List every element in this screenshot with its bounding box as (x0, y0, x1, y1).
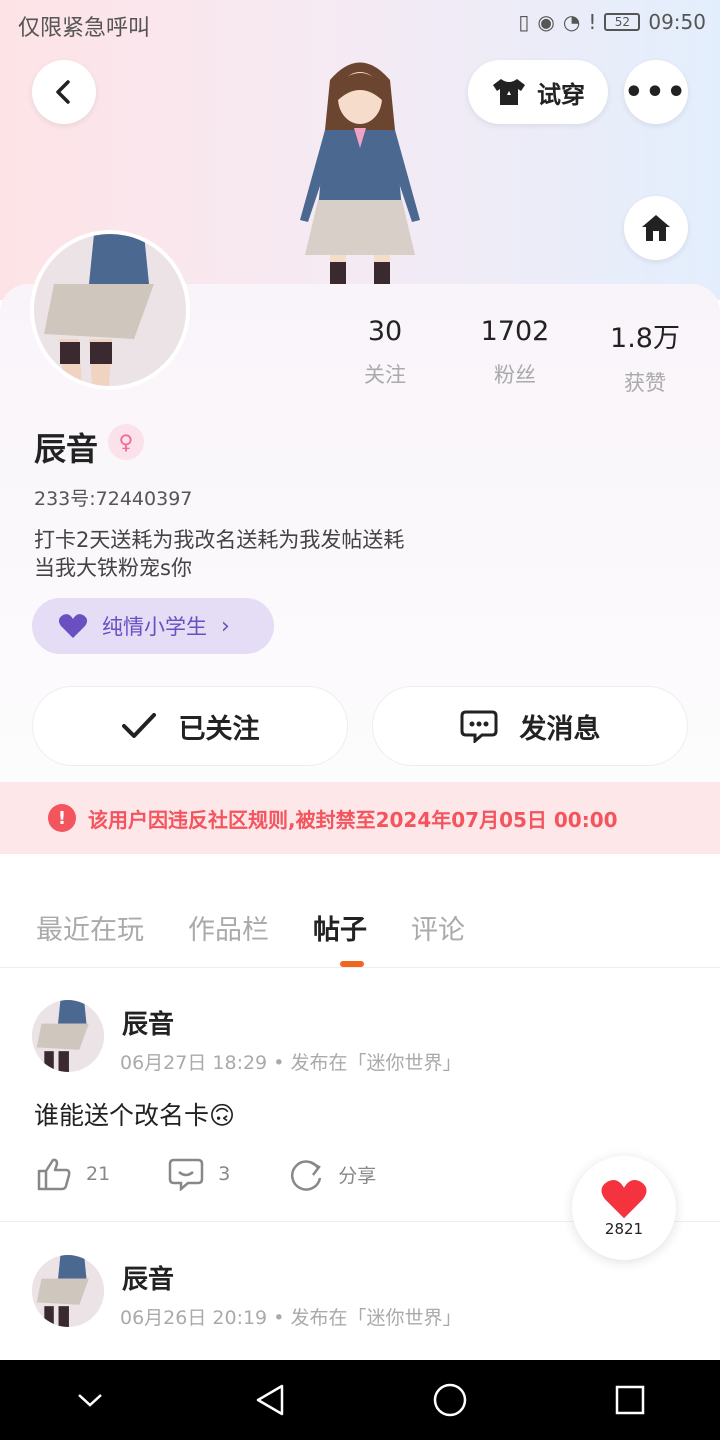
eye-icon: ◉ (537, 10, 555, 34)
recents-square-icon (615, 1385, 645, 1415)
fab-like-count: 2821 (604, 1220, 644, 1238)
post-like-button[interactable]: 21 (36, 1157, 110, 1191)
vibrate-icon: ▯ (518, 10, 530, 34)
like-count: 21 (86, 1163, 111, 1185)
post-location[interactable]: 发布在「迷你世界」 (290, 1052, 461, 1074)
stat-value: 1702 (480, 316, 550, 347)
stat-label: 粉丝 (494, 363, 536, 387)
post-author-name[interactable]: 辰音 (122, 1259, 174, 1296)
message-label: 发消息 (519, 713, 601, 745)
nav-back-button[interactable] (230, 1360, 310, 1440)
avatar-image (34, 234, 186, 386)
nav-recents-button[interactable] (590, 1360, 670, 1440)
followed-label: 已关注 (178, 713, 260, 745)
stat-following[interactable]: 30 关注 (320, 316, 450, 397)
stat-value: 30 (367, 316, 403, 347)
post-date: 06月26日 20:19 (120, 1307, 268, 1329)
post-comment-button[interactable]: 3 (168, 1157, 230, 1191)
send-message-button[interactable]: 发消息 (372, 686, 688, 766)
share-icon (291, 1160, 322, 1191)
title-badge-button[interactable]: 纯情小学生 › (32, 598, 274, 654)
meta-separator: • (273, 1052, 291, 1074)
try-on-button[interactable]: 试穿 (468, 60, 608, 124)
title-badge-label: 纯情小学生 (102, 615, 207, 639)
tab-posts[interactable]: 帖子 (313, 908, 367, 947)
battery-icon: 52 (604, 13, 641, 31)
more-options-button[interactable]: ••• (624, 60, 688, 124)
chevron-left-icon (56, 80, 70, 104)
stat-value: 1.8万 (610, 323, 680, 354)
post-date: 06月27日 18:29 (120, 1052, 268, 1074)
share-label: 分享 (338, 1164, 377, 1187)
checkmark-icon (121, 713, 156, 738)
meta-separator: • (273, 1307, 291, 1329)
clock: 09:50 (648, 10, 706, 34)
chat-bubble-icon (460, 710, 497, 743)
bio-line: 打卡2天送耗为我改名送耗为我发帖送耗 (34, 528, 405, 552)
female-gender-icon: ♀ (108, 424, 144, 460)
stat-label: 获赞 (624, 371, 666, 395)
chevron-down-icon (78, 1394, 102, 1407)
tab-comments[interactable]: 评论 (411, 908, 465, 947)
status-bar: 仅限紧急呼叫 ▯ ◉ ◔ ! 52 09:50 (0, 0, 720, 50)
home-button[interactable] (624, 196, 688, 260)
user-id: 233号:72440397 (34, 488, 193, 510)
heart-icon (58, 614, 88, 638)
post-location[interactable]: 发布在「迷你世界」 (290, 1307, 461, 1329)
comment-count: 3 (218, 1163, 231, 1185)
tab-works[interactable]: 作品栏 (188, 908, 269, 947)
alert-icon: ! (588, 10, 597, 34)
post-actions: 21 3 分享 (36, 1156, 434, 1192)
stat-likes[interactable]: 1.8万 获赞 (580, 316, 710, 397)
profile-tabs: 最近在玩 作品栏 帖子 评论 (36, 908, 465, 947)
divider (0, 967, 720, 968)
avatar-image (32, 1000, 104, 1072)
system-nav-bar (0, 1360, 720, 1440)
profile-stats: 30 关注 1702 粉丝 1.8万 获赞 (320, 316, 710, 397)
back-triangle-icon (256, 1384, 284, 1416)
wifi-icon: ◔ (562, 10, 581, 34)
stat-followers[interactable]: 1702 粉丝 (450, 316, 580, 397)
status-icons: ▯ ◉ ◔ ! 52 09:50 (518, 10, 706, 34)
home-circle-icon (433, 1383, 467, 1417)
bio-line: 当我大铁粉宠s你 (34, 556, 192, 580)
like-fab-button[interactable]: 2821 (572, 1156, 676, 1260)
thumbs-up-icon (37, 1158, 71, 1191)
chevron-right-icon: › (221, 613, 230, 639)
tshirt-icon (493, 79, 525, 105)
post-share-button[interactable]: 分享 (288, 1156, 376, 1192)
stat-label: 关注 (364, 363, 406, 387)
nav-hide-button[interactable] (50, 1360, 130, 1440)
post-text[interactable]: 谁能送个改名卡🙃 (34, 1096, 235, 1132)
post-author-avatar[interactable] (32, 1255, 104, 1327)
post-author-name[interactable]: 辰音 (122, 1004, 174, 1041)
profile-bio: 打卡2天送耗为我改名送耗为我发帖送耗 当我大铁粉宠s你 (34, 526, 494, 582)
ban-notice: ! 该用户因违反社区规则,被封禁至2024年07月05日 00:00 (0, 782, 720, 854)
nav-home-button[interactable] (410, 1360, 490, 1440)
try-on-label: 试穿 (537, 80, 585, 109)
post-author-avatar[interactable] (32, 1000, 104, 1072)
avatar[interactable] (30, 230, 190, 390)
heart-icon (601, 1179, 647, 1219)
comment-icon (168, 1158, 204, 1191)
back-button[interactable] (32, 60, 96, 124)
followed-button[interactable]: 已关注 (32, 686, 348, 766)
avatar-character-image (300, 62, 420, 285)
avatar-image (32, 1255, 104, 1327)
post-meta: 06月27日 18:29 • 发布在「迷你世界」 (120, 1048, 461, 1075)
post-meta: 06月26日 20:19 • 发布在「迷你世界」 (120, 1303, 461, 1330)
warning-icon: ! (48, 804, 76, 832)
tab-recently-played[interactable]: 最近在玩 (36, 908, 144, 947)
ban-notice-text: 该用户因违反社区规则,被封禁至2024年07月05日 00:00 (88, 807, 618, 832)
more-dots-icon: ••• (624, 74, 688, 110)
carrier-text: 仅限紧急呼叫 (18, 16, 151, 41)
home-icon (642, 215, 670, 241)
profile-name: 辰音 (34, 430, 99, 468)
